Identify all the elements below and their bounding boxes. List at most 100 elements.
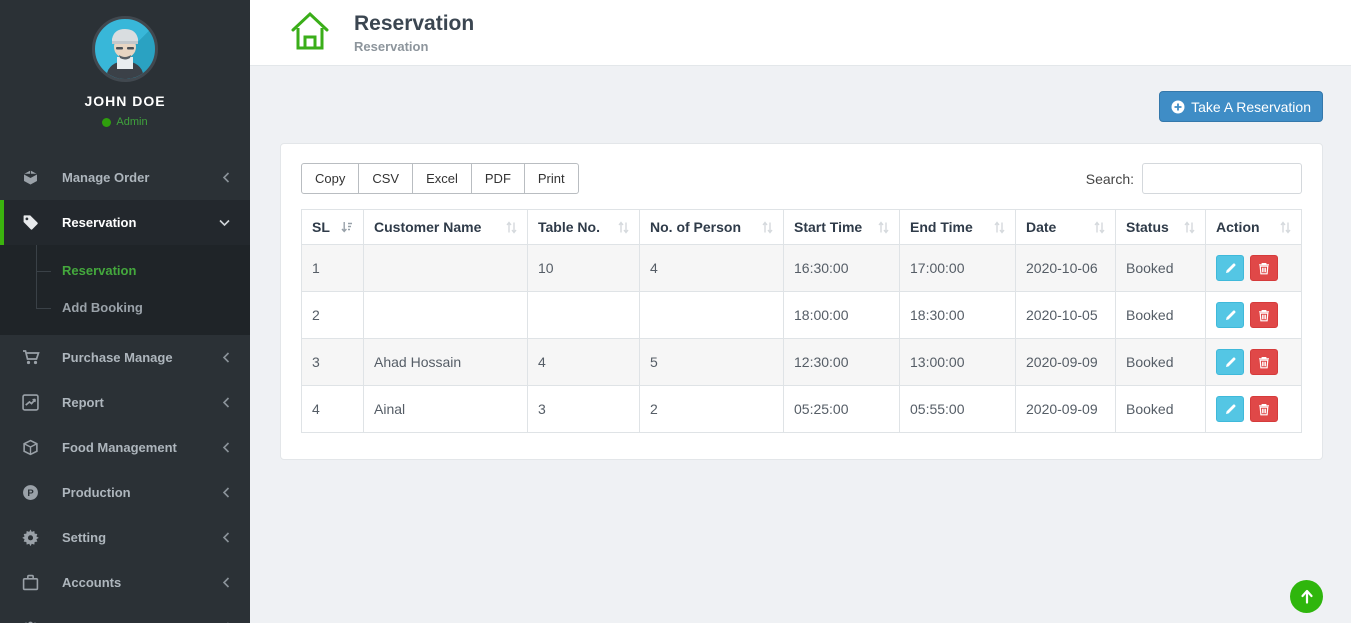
cell-table-no: 4 (528, 339, 640, 386)
pencil-icon (1224, 356, 1237, 369)
chevron-left-icon (222, 172, 230, 183)
cell-end-time: 17:00:00 (900, 245, 1016, 292)
sort-icon (878, 221, 889, 234)
edit-button[interactable] (1216, 302, 1244, 328)
sidebar-item-report[interactable]: Report (0, 380, 250, 425)
sidebar-item-label: Purchase Manage (62, 350, 222, 365)
delete-button[interactable] (1250, 302, 1278, 328)
table-header-row: SL Customer Name Table No. No. of Person… (302, 210, 1302, 245)
cell-action (1206, 386, 1302, 433)
cell-end-time: 05:55:00 (900, 386, 1016, 433)
chevron-left-icon (222, 352, 230, 363)
content-area: Take A Reservation Copy CSV Excel PDF Pr… (250, 66, 1351, 623)
take-reservation-label: Take A Reservation (1191, 99, 1311, 115)
edit-button[interactable] (1216, 349, 1244, 375)
sidebar-item-label: Manage Order (62, 170, 222, 185)
cell-start-time: 05:25:00 (784, 386, 900, 433)
cell-start-time: 12:30:00 (784, 339, 900, 386)
trash-icon (1258, 356, 1270, 369)
gear-icon (21, 529, 40, 546)
sidebar-item-manage-order[interactable]: Manage Order (0, 155, 250, 200)
sidebar-item-label: Reservation (62, 215, 219, 230)
user-role: Admin (0, 116, 250, 128)
sidebar-nav: Manage Order Reservation Reservation Add… (0, 155, 250, 623)
cell-table-no (528, 292, 640, 339)
trash-icon (1258, 262, 1270, 275)
column-header-status[interactable]: Status (1116, 210, 1206, 245)
cell-status: Booked (1116, 339, 1206, 386)
chevron-left-icon (222, 397, 230, 408)
cell-status: Booked (1116, 386, 1206, 433)
column-header-end-time[interactable]: End Time (900, 210, 1016, 245)
user-profile: JOHN DOE Admin (0, 0, 250, 128)
column-header-start-time[interactable]: Start Time (784, 210, 900, 245)
search-input[interactable] (1142, 163, 1302, 194)
print-button[interactable]: Print (524, 163, 579, 194)
take-reservation-button[interactable]: Take A Reservation (1159, 91, 1323, 122)
cell-action (1206, 245, 1302, 292)
submenu-item-reservation[interactable]: Reservation (0, 252, 250, 289)
trash-icon (1258, 309, 1270, 322)
cell-customer-name: Ainal (364, 386, 528, 433)
delete-button[interactable] (1250, 349, 1278, 375)
chef-avatar-image (99, 23, 151, 79)
delete-button[interactable] (1250, 255, 1278, 281)
arrow-up-icon (1300, 589, 1314, 604)
column-header-table-no[interactable]: Table No. (528, 210, 640, 245)
submenu-item-add-booking[interactable]: Add Booking (0, 289, 250, 326)
cell-start-time: 16:30:00 (784, 245, 900, 292)
sidebar-item-label: Production (62, 485, 222, 500)
cell-sl: 2 (302, 292, 364, 339)
briefcase-icon (21, 574, 40, 591)
pencil-icon (1224, 403, 1237, 416)
pencil-icon (1224, 309, 1237, 322)
chart-line-icon (21, 394, 40, 411)
sidebar-item-production[interactable]: P Production (0, 470, 250, 515)
sidebar-item-setting[interactable]: Setting (0, 515, 250, 560)
sidebar-item-label: Setting (62, 530, 222, 545)
column-header-no-of-person[interactable]: No. of Person (640, 210, 784, 245)
trash-icon (1258, 403, 1270, 416)
avatar[interactable] (92, 16, 158, 82)
reservations-table: SL Customer Name Table No. No. of Person… (301, 209, 1302, 433)
column-header-sl[interactable]: SL (302, 210, 364, 245)
cell-status: Booked (1116, 292, 1206, 339)
sidebar-item-human-resource[interactable]: Human Resource (0, 605, 250, 623)
sidebar: JOHN DOE Admin Manage Order Reservation (0, 0, 250, 623)
cell-no-of-person: 5 (640, 339, 784, 386)
pencil-icon (1224, 262, 1237, 275)
pdf-button[interactable]: PDF (471, 163, 525, 194)
edit-button[interactable] (1216, 396, 1244, 422)
scroll-to-top-button[interactable] (1290, 580, 1323, 613)
sidebar-item-food-management[interactable]: Food Management (0, 425, 250, 470)
cell-date: 2020-09-09 (1016, 386, 1116, 433)
cell-no-of-person (640, 292, 784, 339)
cell-sl: 1 (302, 245, 364, 292)
sidebar-item-accounts[interactable]: Accounts (0, 560, 250, 605)
column-header-action[interactable]: Action (1206, 210, 1302, 245)
tag-icon (21, 214, 40, 231)
sidebar-item-reservation[interactable]: Reservation (0, 200, 250, 245)
delete-button[interactable] (1250, 396, 1278, 422)
column-header-customer-name[interactable]: Customer Name (364, 210, 528, 245)
cell-customer-name (364, 245, 528, 292)
chevron-left-icon (222, 532, 230, 543)
user-name: JOHN DOE (0, 93, 250, 109)
table-row: 3 Ahad Hossain 4 5 12:30:00 13:00:00 202… (302, 339, 1302, 386)
cell-table-no: 3 (528, 386, 640, 433)
cell-sl: 3 (302, 339, 364, 386)
box-icon (21, 439, 40, 456)
edit-button[interactable] (1216, 255, 1244, 281)
csv-button[interactable]: CSV (358, 163, 413, 194)
sort-icon (762, 221, 773, 234)
sort-active-icon (341, 221, 353, 234)
cell-action (1206, 339, 1302, 386)
column-header-date[interactable]: Date (1016, 210, 1116, 245)
table-row: 2 18:00:00 18:30:00 2020-10-05 Booked (302, 292, 1302, 339)
sidebar-item-purchase-manage[interactable]: Purchase Manage (0, 335, 250, 380)
sort-icon (1094, 221, 1105, 234)
sort-icon (994, 221, 1005, 234)
copy-button[interactable]: Copy (301, 163, 359, 194)
cell-table-no: 10 (528, 245, 640, 292)
excel-button[interactable]: Excel (412, 163, 472, 194)
